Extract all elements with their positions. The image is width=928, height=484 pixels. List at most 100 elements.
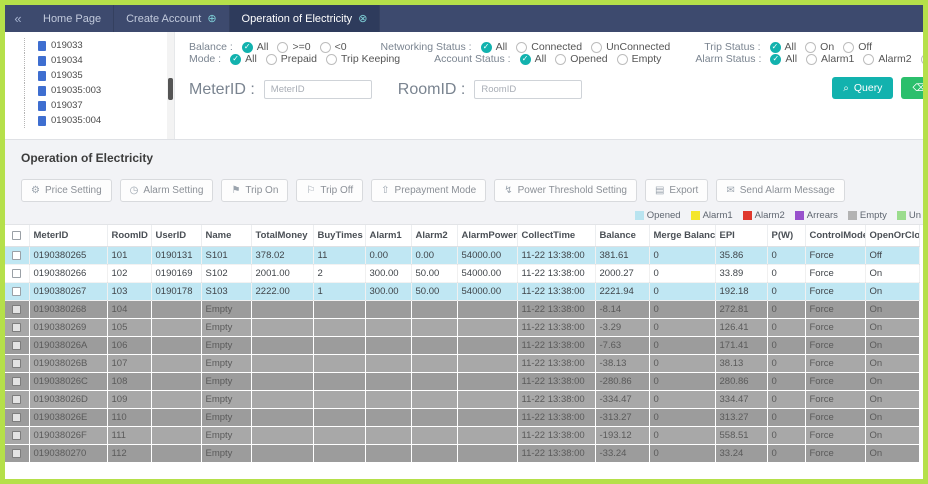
power-threshold-setting-button[interactable]: ↯Power Threshold Setting [494,179,637,202]
radio-checked-icon[interactable]: ✓ [230,54,241,65]
radio-icon[interactable] [516,42,527,53]
table-row[interactable]: 019038026D109Empty11-22 13:38:00-334.470… [5,391,919,409]
collapse-tabs-icon[interactable]: « [5,5,31,32]
export-button[interactable]: ▤Export [645,179,708,202]
radio-option-unconnected[interactable]: UnConnected [591,41,670,53]
table-row[interactable]: 0190380269105Empty11-22 13:38:00-3.29012… [5,319,919,337]
cell: 0 [767,373,805,391]
row-checkbox[interactable] [12,251,21,260]
row-checkbox[interactable] [12,395,21,404]
cell [411,301,457,319]
radio-option-prepaid[interactable]: Prepaid [266,53,317,65]
radio-icon[interactable] [921,54,928,65]
table-row[interactable]: 019038026A106Empty11-22 13:38:00-7.63017… [5,337,919,355]
radio-icon[interactable] [555,54,566,65]
roomid-input[interactable] [474,80,582,99]
radio-icon[interactable] [805,42,816,53]
trip-on-button[interactable]: ⚑Trip On [221,179,288,202]
radio-option-on[interactable]: On [805,41,834,53]
radio-option-opened[interactable]: Opened [555,53,607,65]
radio-icon[interactable] [326,54,337,65]
table-row[interactable]: 019038026E110Empty11-22 13:38:00-313.270… [5,409,919,427]
radio-icon[interactable] [266,54,277,65]
radio-option-connected[interactable]: Connected [516,41,582,53]
tree-item[interactable]: 019037 [24,98,174,113]
tab-create-account[interactable]: Create Account⊕ [114,5,229,32]
row-checkbox[interactable] [12,287,21,296]
checkbox-cell [5,283,29,301]
radio-checked-icon[interactable]: ✓ [481,42,492,53]
tree-item[interactable]: 019034 [24,53,174,68]
alarm-setting-button[interactable]: ◷Alarm Setting [120,179,214,202]
cell: Force [805,409,865,427]
radio-icon[interactable] [617,54,628,65]
radio-option-off[interactable]: Off [843,41,872,53]
radio-option-all[interactable]: ✓All [770,53,797,65]
row-checkbox[interactable] [12,431,21,440]
table-row[interactable]: 019038026F111Empty11-22 13:38:00-193.120… [5,427,919,445]
cell: 0 [767,283,805,301]
radio-checked-icon[interactable]: ✓ [770,42,781,53]
row-checkbox[interactable] [12,449,21,458]
radio-icon[interactable] [843,42,854,53]
radio-option-0[interactable]: <0 [320,41,347,53]
table-row[interactable]: 01903802661020190169S1022001.002300.0050… [5,265,919,283]
tree-scrollbar[interactable] [167,32,174,139]
clean-button[interactable]: ⌫Clean [901,77,928,99]
tree-item[interactable]: 019035:004 [24,113,174,128]
row-checkbox[interactable] [12,269,21,278]
table-row[interactable]: 019038026C108Empty11-22 13:38:00-280.860… [5,373,919,391]
radio-option-alarm2[interactable]: Alarm2 [863,53,911,65]
row-checkbox[interactable] [12,323,21,332]
radio-checked-icon[interactable]: ✓ [520,54,531,65]
radio-option-all[interactable]: ✓All [481,41,508,53]
radio-option-all[interactable]: ✓All [242,41,269,53]
row-checkbox[interactable] [12,341,21,350]
radio-option-0[interactable]: >=0 [277,41,310,53]
radio-icon[interactable] [806,54,817,65]
table-row[interactable]: 01903802671030190178S1032222.001300.0050… [5,283,919,301]
row-checkbox[interactable] [12,377,21,386]
table-row[interactable]: 0190380270112Empty11-22 13:38:00-33.2403… [5,445,919,463]
radio-option-all[interactable]: ✓All [230,53,257,65]
tree-item[interactable]: 019033 [24,38,174,53]
tree-item[interactable]: 019035 [24,68,174,83]
legend-label: Alarm1 [703,210,733,221]
cell: 0 [767,265,805,283]
send-alarm-message-button[interactable]: ✉Send Alarm Message [716,179,844,202]
radio-icon[interactable] [863,54,874,65]
radio-option-arrears[interactable]: Arrears [921,53,928,65]
row-checkbox[interactable] [12,359,21,368]
table-row[interactable]: 0190380268104Empty11-22 13:38:00-8.14027… [5,301,919,319]
table-row[interactable]: 01903802651010190131S101378.02110.000.00… [5,247,919,265]
radio-option-alarm1[interactable]: Alarm1 [806,53,854,65]
cell [411,319,457,337]
radio-icon[interactable] [277,42,288,53]
radio-option-trip-keeping[interactable]: Trip Keeping [326,53,400,65]
button-label: Send Alarm Message [740,185,835,196]
radio-option-all[interactable]: ✓All [770,41,797,53]
cell: 38.13 [715,355,767,373]
radio-icon[interactable] [591,42,602,53]
tab-operation-of-electricity[interactable]: Operation of Electricity⊗ [230,5,381,32]
price-setting-button[interactable]: ⚙Price Setting [21,179,112,202]
select-all-checkbox[interactable] [12,231,21,240]
trip-off-button[interactable]: ⚐Trip Off [296,179,363,202]
radio-icon[interactable] [320,42,331,53]
radio-option-empty[interactable]: Empty [617,53,662,65]
row-checkbox[interactable] [12,305,21,314]
tree-item[interactable]: 019035:003 [24,83,174,98]
tab-home-page[interactable]: Home Page [31,5,114,32]
meterid-input[interactable] [264,80,372,99]
tab-add-icon[interactable]: ⊕ [207,12,216,25]
radio-checked-icon[interactable]: ✓ [770,54,781,65]
prepayment-mode-button[interactable]: ⇧Prepayment Mode [371,179,486,202]
row-checkbox[interactable] [12,413,21,422]
query-button[interactable]: ⌕Query [832,77,893,99]
radio-option-all[interactable]: ✓All [520,53,547,65]
tab-close-icon[interactable]: ⊗ [358,12,367,25]
tree-scrollbar-thumb[interactable] [168,78,173,100]
radio-checked-icon[interactable]: ✓ [242,42,253,53]
table-row[interactable]: 019038026B107Empty11-22 13:38:00-38.1303… [5,355,919,373]
column-header-meterid: MeterID [29,225,107,247]
